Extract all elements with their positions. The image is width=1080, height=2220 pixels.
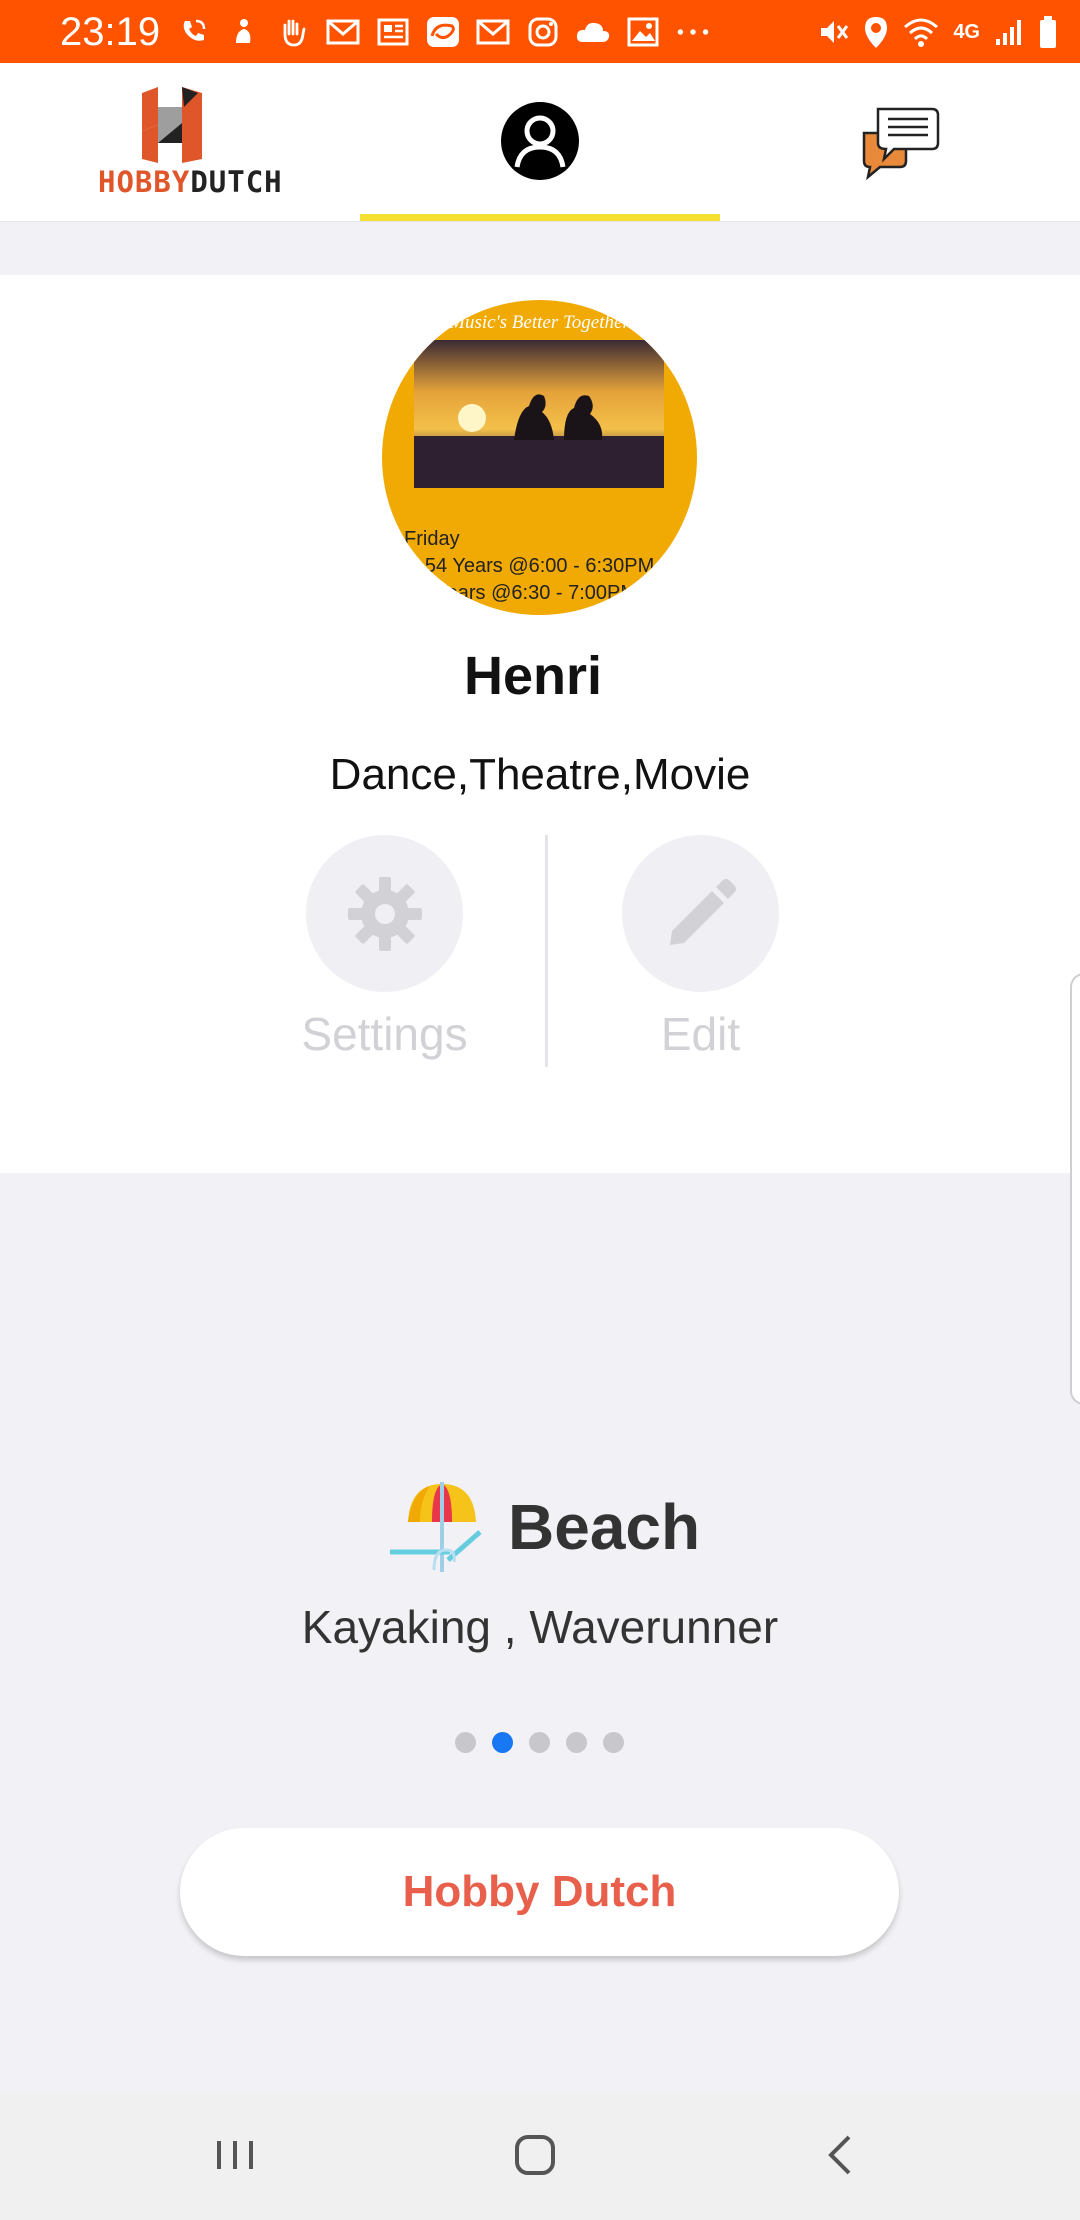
photo-text-line1: Friday xyxy=(404,528,460,550)
network-4g-icon: 4G xyxy=(953,14,980,50)
tab-profile[interactable] xyxy=(360,63,720,221)
system-nav-bar xyxy=(0,2093,1080,2220)
gmail-icon xyxy=(475,14,511,50)
status-bar: 23:19 4G xyxy=(0,0,1080,63)
logo-mark-icon xyxy=(142,87,202,163)
edit-button[interactable]: Edit xyxy=(558,835,798,1075)
hobby-dutch-button[interactable]: Hobby Dutch xyxy=(180,1828,899,1956)
mute-icon xyxy=(817,14,849,50)
notification-icons xyxy=(175,12,711,52)
back-icon[interactable] xyxy=(805,2125,875,2185)
pagination-dot[interactable] xyxy=(603,1732,624,1753)
instagram-icon xyxy=(525,14,561,50)
wifi-icon xyxy=(903,14,939,50)
battery-icon xyxy=(1038,14,1058,50)
network-label: 4G xyxy=(953,20,980,43)
home-icon[interactable] xyxy=(500,2125,570,2185)
hobby-card-header: Beach xyxy=(0,1475,1080,1575)
carousel-pagination xyxy=(455,1732,624,1754)
location-icon xyxy=(863,14,889,50)
edge-panel-handle[interactable] xyxy=(1070,973,1080,1405)
settings-circle xyxy=(306,835,463,992)
news-icon xyxy=(375,14,411,50)
disney-icon xyxy=(425,14,461,50)
edit-circle xyxy=(622,835,779,992)
profile-name: Henri xyxy=(463,646,603,706)
signal-icon xyxy=(994,14,1024,50)
settings-label: Settings xyxy=(301,1008,468,1060)
photo-text-line2: 45-54 Years @6:00 - 6:30PM xyxy=(396,555,655,577)
profile-interests: Dance,Theatre,Movie xyxy=(329,750,751,799)
pagination-dot-active[interactable] xyxy=(492,1732,513,1753)
active-tab-indicator xyxy=(360,214,720,221)
gear-icon xyxy=(347,876,422,951)
cloud-icon xyxy=(575,14,611,50)
photo-caption: Music's Better Together xyxy=(449,312,630,333)
logo-text-dutch: DUTCH xyxy=(190,165,283,199)
beach-umbrella-icon xyxy=(390,1482,482,1572)
more-icon xyxy=(675,14,711,50)
gallery-icon xyxy=(625,14,661,50)
action-divider xyxy=(545,835,548,1067)
edit-label: Edit xyxy=(660,1008,741,1060)
profile-card: Music's Better Together Friday 45-54 Yea… xyxy=(0,275,1080,1173)
hobby-activities: Kayaking , Waverunner xyxy=(301,1601,779,1653)
pagination-dot[interactable] xyxy=(566,1732,587,1753)
profile-photo[interactable]: Music's Better Together Friday 45-54 Yea… xyxy=(382,300,697,615)
hand-icon xyxy=(275,14,311,50)
hobby-dutch-logo[interactable]: HOBBYDUTCH xyxy=(98,85,282,200)
person-icon xyxy=(501,102,579,180)
hobby-title: Beach xyxy=(508,1491,701,1563)
pagination-dot[interactable] xyxy=(529,1732,550,1753)
photo-text-line3: 55+ Years @6:30 - 7:00PM xyxy=(396,582,638,604)
logo-text: HOBBYDUTCH xyxy=(98,165,282,199)
recents-icon[interactable] xyxy=(200,2125,270,2185)
pencil-icon xyxy=(669,878,736,945)
settings-button[interactable]: Settings xyxy=(242,835,482,1075)
gmail-icon xyxy=(325,14,361,50)
logo-text-hobby: HOBBY xyxy=(98,165,191,199)
top-header: HOBBYDUTCH xyxy=(0,63,1080,222)
system-icons: 4G xyxy=(817,12,1058,52)
chat-bubbles-icon[interactable] xyxy=(860,103,940,183)
sunset-photo-icon xyxy=(414,340,664,488)
pagination-dot[interactable] xyxy=(455,1732,476,1753)
figure-icon xyxy=(225,14,261,50)
wifi-calling-icon xyxy=(175,14,211,50)
status-time: 23:19 xyxy=(60,10,161,54)
